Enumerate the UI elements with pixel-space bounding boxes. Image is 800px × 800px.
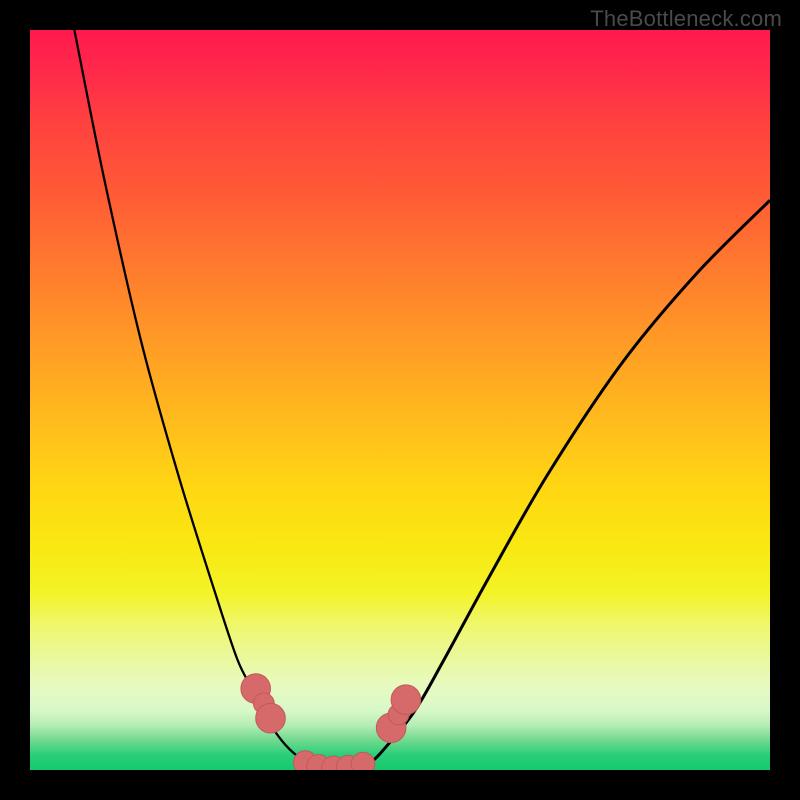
plot-area xyxy=(30,30,770,770)
data-marker xyxy=(256,703,286,733)
chart-svg xyxy=(30,30,770,770)
data-marker xyxy=(391,685,421,715)
data-marker xyxy=(351,752,375,770)
left-curve xyxy=(74,30,326,770)
marker-group xyxy=(241,674,421,770)
chart-frame: TheBottleneck.com xyxy=(0,0,800,800)
watermark-text: TheBottleneck.com xyxy=(590,6,782,32)
right-curve xyxy=(356,200,770,770)
